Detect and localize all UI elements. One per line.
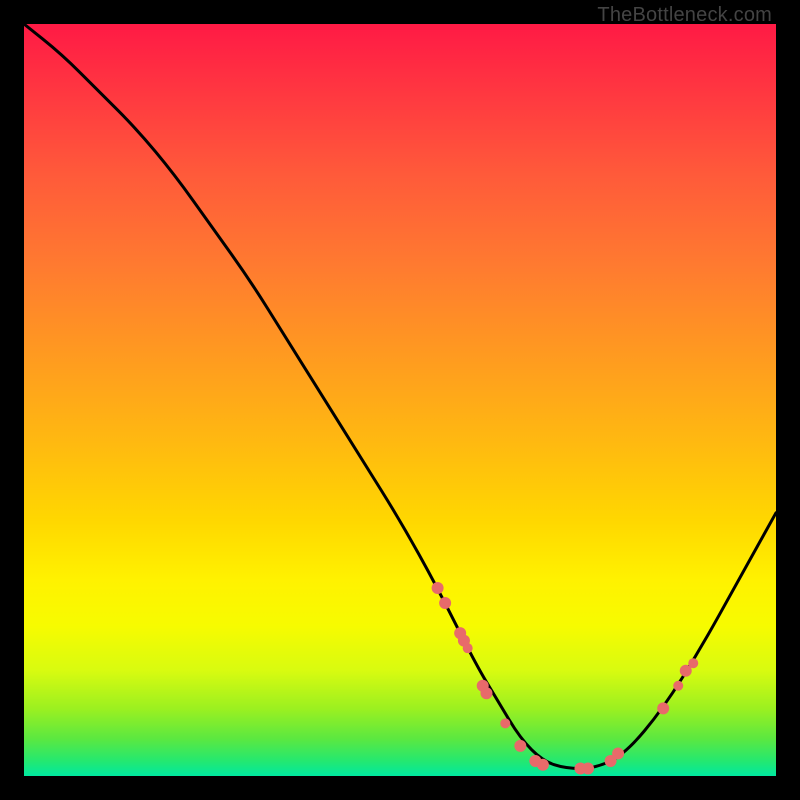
- curve-svg: [24, 24, 776, 776]
- plot-area: [24, 24, 776, 776]
- marker-point: [688, 658, 698, 668]
- chart-container: TheBottleneck.com: [0, 0, 800, 800]
- marker-point: [432, 582, 444, 594]
- marker-point: [439, 597, 451, 609]
- marker-point: [612, 747, 624, 759]
- bottleneck-curve-path: [24, 24, 776, 768]
- highlighted-points: [432, 582, 699, 774]
- marker-point: [500, 718, 510, 728]
- marker-point: [514, 740, 526, 752]
- marker-point: [657, 702, 669, 714]
- marker-point: [673, 681, 683, 691]
- marker-point: [480, 687, 492, 699]
- marker-point: [582, 762, 594, 774]
- marker-point: [537, 759, 549, 771]
- marker-point: [463, 643, 473, 653]
- bottleneck-curve: [24, 24, 776, 768]
